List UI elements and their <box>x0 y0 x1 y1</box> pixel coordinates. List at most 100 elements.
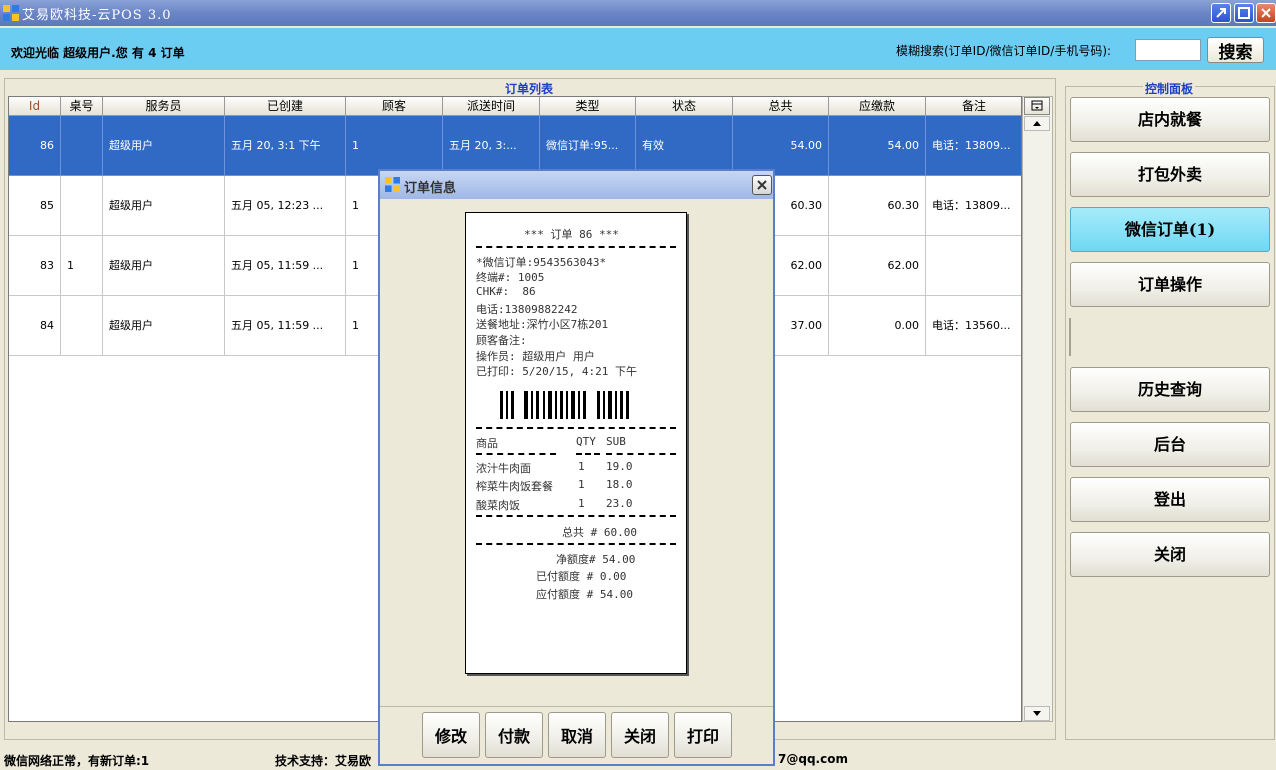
takeaway-button[interactable]: 打包外卖 <box>1070 152 1270 197</box>
receipt-phone: 电话:13809882242 <box>476 303 578 316</box>
close-window-button[interactable] <box>1256 3 1276 23</box>
waiter-column-header[interactable]: 服务员 <box>103 97 225 116</box>
receipt-col-item: 商品 <box>476 437 498 450</box>
table-cell-total: 54.00 <box>733 116 829 176</box>
receipt-divider <box>476 427 676 429</box>
table-cell-delivery: 五月 20, 3:... <box>443 116 540 176</box>
type-column-header[interactable]: 类型 <box>540 97 636 116</box>
table-cell-status: 有效 <box>636 116 733 176</box>
receipt-paid: 已付额度 # 0.00 <box>536 570 627 583</box>
welcome-message: 欢迎光临 超级用户.您 有 4 订单 <box>11 46 185 60</box>
receipt-divider <box>476 515 676 517</box>
column-menu-button[interactable] <box>1024 97 1050 115</box>
order-operations-button[interactable]: 订单操作 <box>1070 262 1270 307</box>
window-titlebar: 艾易欧科技-云POS 3.0 <box>0 0 1276 26</box>
note-column-header[interactable]: 备注 <box>926 97 1021 116</box>
receipt-col-underline <box>576 453 600 455</box>
dialog-title: 订单信息 <box>404 181 457 196</box>
receipt-col-qty: QTY <box>576 435 596 448</box>
print-button[interactable]: 打印 <box>674 712 732 758</box>
table-cell-created: 五月 05, 12:23 ... <box>225 176 346 236</box>
history-query-button[interactable]: 历史查询 <box>1070 367 1270 412</box>
table-cell-note: 电话：13809... <box>926 116 1021 176</box>
window-title: 艾易欧科技-云POS 3.0 <box>22 8 172 23</box>
table-row[interactable]: 86 超级用户 五月 20, 3:1 下午 1 五月 20, 3:... 微信订单:95.… <box>9 116 1021 176</box>
id-column-header[interactable]: Id <box>9 97 61 116</box>
receipt-item-qty: 1 <box>578 460 585 473</box>
table-cell-waiter: 超级用户 <box>103 176 225 236</box>
total-column-header[interactable]: 总共 <box>733 97 829 116</box>
created-column-header[interactable]: 已创建 <box>225 97 346 116</box>
dialog-close-button[interactable] <box>752 175 772 195</box>
vertical-scrollbar[interactable] <box>1022 96 1053 722</box>
table-cell-table <box>61 116 103 176</box>
receipt-col-underline <box>476 453 556 455</box>
backend-button[interactable]: 后台 <box>1070 422 1270 467</box>
scroll-down-icon <box>1033 711 1041 716</box>
receipt-net: 净额度# 54.00 <box>556 553 636 566</box>
table-cell-waiter: 超级用户 <box>103 116 225 176</box>
table-cell-customer: 1 <box>346 116 443 176</box>
close-dialog-button[interactable]: 关闭 <box>611 712 669 758</box>
search-button[interactable]: 搜索 <box>1207 37 1264 63</box>
receipt-item-name: 榨菜牛肉饭套餐 <box>476 480 553 493</box>
tech-support: 技术支持：艾易欧 <box>275 754 372 768</box>
modal-close-icon <box>757 180 767 190</box>
table-cell-waiter: 超级用户 <box>103 296 225 356</box>
modify-button[interactable]: 修改 <box>422 712 480 758</box>
receipt-operator: 操作员: 超级用户 用户 <box>476 350 595 363</box>
table-cell-created: 五月 20, 3:1 下午 <box>225 116 346 176</box>
dine-in-button[interactable]: 店内就餐 <box>1070 97 1270 142</box>
pay-button[interactable]: 付款 <box>485 712 543 758</box>
receipt-wechat-order: *微信订单:9543563043* <box>476 256 607 269</box>
scroll-up-button[interactable] <box>1024 116 1050 131</box>
receipt-preview: *** 订单 86 *** *微信订单:9543563043* 终端#: 100… <box>465 212 687 674</box>
table-cell-due: 54.00 <box>829 116 926 176</box>
receipt-terminal: 终端#: 1005 <box>476 271 545 284</box>
receipt-item-sub: 18.0 <box>606 478 633 491</box>
close-icon <box>1261 8 1271 18</box>
table-cell-type: 微信订单:95... <box>540 116 636 176</box>
table-cell-id: 85 <box>9 176 61 236</box>
table-cell-due: 0.00 <box>829 296 926 356</box>
table-cell-id: 84 <box>9 296 61 356</box>
receipt-chk: CHK#: 86 <box>476 285 536 298</box>
header-bar: 欢迎光临 超级用户.您 有 4 订单 模糊搜索(订单ID/微信订单ID/手机号码… <box>0 28 1276 70</box>
app-icon <box>3 5 19 21</box>
table-cell-waiter: 超级用户 <box>103 236 225 296</box>
table-cell-table: 1 <box>61 236 103 296</box>
delivery-column-header[interactable]: 派送时间 <box>443 97 540 116</box>
table-cell-note: 电话：13809... <box>926 176 1021 236</box>
maximize-button[interactable] <box>1234 3 1254 23</box>
table-cell-table <box>61 176 103 236</box>
logout-button[interactable]: 登出 <box>1070 477 1270 522</box>
status-column-header[interactable]: 状态 <box>636 97 733 116</box>
receipt-item-name: 浓汁牛肉面 <box>476 462 531 475</box>
cancel-order-button[interactable]: 取消 <box>548 712 606 758</box>
minimize-button[interactable] <box>1211 3 1231 23</box>
table-column-header[interactable]: 桌号 <box>61 97 103 116</box>
wechat-orders-button[interactable]: 微信订单(1) <box>1070 207 1270 252</box>
receipt-col-sub: SUB <box>606 435 626 448</box>
table-cell-table <box>61 296 103 356</box>
control-divider <box>1069 318 1071 356</box>
table-cell-note: 电话：13560... <box>926 296 1021 356</box>
table-cell-created: 五月 05, 11:59 ... <box>225 296 346 356</box>
modal-app-icon <box>385 177 400 192</box>
close-app-button[interactable]: 关闭 <box>1070 532 1270 577</box>
scroll-down-button[interactable] <box>1024 706 1050 721</box>
customer-column-header[interactable]: 顾客 <box>346 97 443 116</box>
receipt-item-name: 酸菜肉饭 <box>476 499 520 512</box>
receipt-col-underline <box>606 453 676 455</box>
scroll-up-icon <box>1033 121 1041 126</box>
receipt-divider <box>476 543 676 545</box>
table-cell-id: 86 <box>9 116 61 176</box>
minimize-icon <box>1216 8 1226 18</box>
receipt-due: 应付额度 # 54.00 <box>536 588 633 601</box>
table-cell-created: 五月 05, 11:59 ... <box>225 236 346 296</box>
due-column-header[interactable]: 应缴款 <box>829 97 926 116</box>
search-input[interactable] <box>1135 39 1201 61</box>
support-email: 7@qq.com <box>778 752 848 766</box>
receipt-address: 送餐地址:深竹小区7栋201 <box>476 318 609 331</box>
receipt-item-sub: 19.0 <box>606 460 633 473</box>
